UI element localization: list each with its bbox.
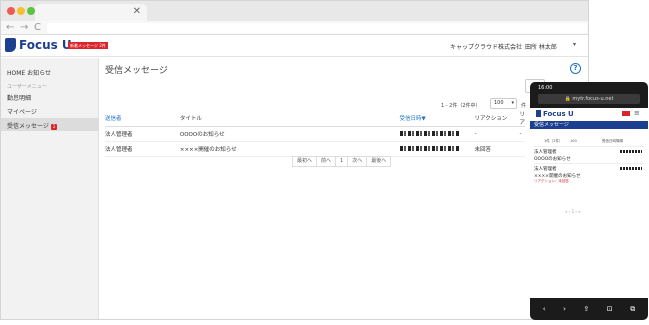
- message-table: 送信者 タイトル 受信日時▼ リアクション リア 法人管理者 OOOOのお知らせ…: [105, 110, 525, 157]
- messages-count-badge: 2: [50, 124, 58, 130]
- masked-date: [620, 150, 642, 153]
- pagination: 最初へ 前へ 1 次へ 最後へ: [292, 156, 392, 167]
- row-reaction: -: [474, 126, 520, 142]
- forward-icon[interactable]: ›: [563, 305, 566, 313]
- page-first-button[interactable]: 最初へ: [292, 156, 318, 167]
- sidebar-item-home[interactable]: HOME お知らせ: [7, 68, 51, 77]
- chevron-down-icon[interactable]: ▾: [573, 41, 576, 48]
- row-title[interactable]: OOOOのお知らせ: [179, 126, 400, 142]
- per-page-select[interactable]: 100 ▾: [490, 98, 517, 109]
- row-sender: 法人管理者: [105, 141, 180, 157]
- column-reaction: リアクション: [474, 110, 520, 127]
- row-reaction-2: -: [519, 126, 525, 142]
- tab-close-icon[interactable]: ✕: [133, 5, 141, 19]
- phone-row-reaction: リアクション：未回答: [534, 179, 569, 183]
- sidebar-item-mypage[interactable]: マイページ: [7, 107, 37, 116]
- row-reaction: 未回答: [474, 141, 520, 157]
- row-date: [399, 141, 475, 157]
- browser-window: ✕ ← → C Focus U 新着メッセージ 2件 キャップクラウド株式会社 …: [0, 0, 589, 320]
- tabs-icon[interactable]: ⧉: [630, 305, 635, 314]
- browser-tab[interactable]: ✕: [35, 4, 147, 21]
- address-bar: ← → C: [1, 21, 588, 35]
- app-logo[interactable]: Focus U: [19, 38, 72, 52]
- main-content: 受信メッセージ ? 1 - 2件（2件中） 100 ▾ 件 送信者 タイトル 受信…: [100, 58, 588, 319]
- sidebar-item-messages-label: 受信メッセージ 2: [7, 121, 58, 130]
- maximize-window-button[interactable]: [27, 7, 35, 15]
- new-message-badge[interactable]: 新着メッセージ 2件: [68, 42, 108, 49]
- row-reaction-2: [519, 141, 525, 157]
- page-next-button[interactable]: 次へ: [347, 156, 368, 167]
- masked-date: [620, 167, 642, 170]
- phone-result-count: 1件（2件）: [544, 139, 563, 143]
- sidebar-item-attendance[interactable]: 勤怠明細: [7, 93, 31, 102]
- back-icon[interactable]: ←: [6, 21, 14, 35]
- phone-sort-select[interactable]: 受信日時降順: [602, 139, 623, 144]
- focus-u-logo-icon: [536, 110, 541, 117]
- sidebar-section-label: ユーザーメニュー: [7, 84, 47, 90]
- url-input[interactable]: [47, 23, 587, 33]
- column-title: タイトル: [179, 110, 400, 127]
- share-icon[interactable]: ⇪: [583, 305, 589, 313]
- row-title[interactable]: ××××開催のお知らせ: [179, 141, 400, 157]
- chevron-down-icon: ▾: [511, 100, 514, 106]
- phone-new-message-badge[interactable]: [622, 111, 630, 116]
- result-count: 1 - 2件（2件中）: [441, 103, 481, 109]
- phone-mockup: 16:00 🔒 mytr.focus-u.net Focus U ≡ 受信メッセ…: [530, 82, 648, 320]
- phone-page-title: 受信メッセージ: [530, 121, 648, 129]
- phone-url-bar[interactable]: 🔒 mytr.focus-u.net: [538, 94, 640, 104]
- bookmarks-icon[interactable]: ⊡: [607, 305, 613, 313]
- masked-date: [399, 130, 460, 136]
- phone-logo-text: Focus U: [543, 110, 574, 118]
- forward-icon[interactable]: →: [20, 21, 28, 35]
- column-sender[interactable]: 送信者: [105, 110, 180, 127]
- page-last-button[interactable]: 最後へ: [366, 156, 392, 167]
- divider: [534, 163, 644, 164]
- divider: [534, 146, 644, 147]
- per-page-unit: 件: [521, 103, 527, 109]
- app-header: Focus U 新着メッセージ 2件 キャップクラウド株式会社 田所 林太郎 ▾: [1, 35, 588, 57]
- minimize-window-button[interactable]: [17, 7, 25, 15]
- column-reaction-2: リア: [519, 110, 525, 127]
- title-bar: ✕: [1, 1, 588, 21]
- page-title: 受信メッセージ: [105, 66, 168, 76]
- column-received[interactable]: 受信日時▼: [399, 110, 475, 127]
- phone-row-title[interactable]: OOOOのお知らせ: [534, 156, 644, 162]
- sidebar: HOME お知らせ ユーザーメニュー 勤怠明細 マイページ 受信メッセージ 2: [1, 58, 99, 319]
- close-window-button[interactable]: [7, 7, 15, 15]
- focus-u-logo-icon: [5, 38, 16, 52]
- per-page-value: 100: [494, 100, 504, 106]
- row-sender: 法人管理者: [105, 126, 180, 142]
- phone-screen: Focus U ≡ 受信メッセージ 1件（2件） 100 受信日時降順 法人管理…: [530, 108, 648, 298]
- phone-bottom-toolbar: ‹ › ⇪ ⊡ ⧉: [530, 298, 648, 320]
- table-row[interactable]: 法人管理者 OOOOのお知らせ - -: [105, 126, 525, 142]
- phone-logo: Focus U: [536, 110, 574, 118]
- messages-label: 受信メッセージ: [7, 123, 49, 130]
- company-name: キャップクラウド株式会社: [450, 44, 523, 51]
- table-header-row: 送信者 タイトル 受信日時▼ リアクション リア: [105, 110, 525, 127]
- reload-icon[interactable]: C: [34, 21, 41, 35]
- table-row[interactable]: 法人管理者 ××××開催のお知らせ 未回答: [105, 141, 525, 157]
- user-menu[interactable]: 田所 林太郎: [525, 42, 557, 51]
- phone-per-page[interactable]: 100: [570, 139, 577, 143]
- back-icon[interactable]: ‹: [543, 305, 546, 313]
- row-date: [399, 126, 475, 142]
- help-icon[interactable]: ?: [570, 63, 581, 74]
- masked-date: [399, 145, 460, 151]
- page-prev-button[interactable]: 前へ: [316, 156, 337, 167]
- phone-time: 16:00: [538, 85, 553, 91]
- hamburger-menu-icon[interactable]: ≡: [634, 109, 640, 117]
- phone-pagination[interactable]: « ‹ 1 › »: [565, 209, 581, 214]
